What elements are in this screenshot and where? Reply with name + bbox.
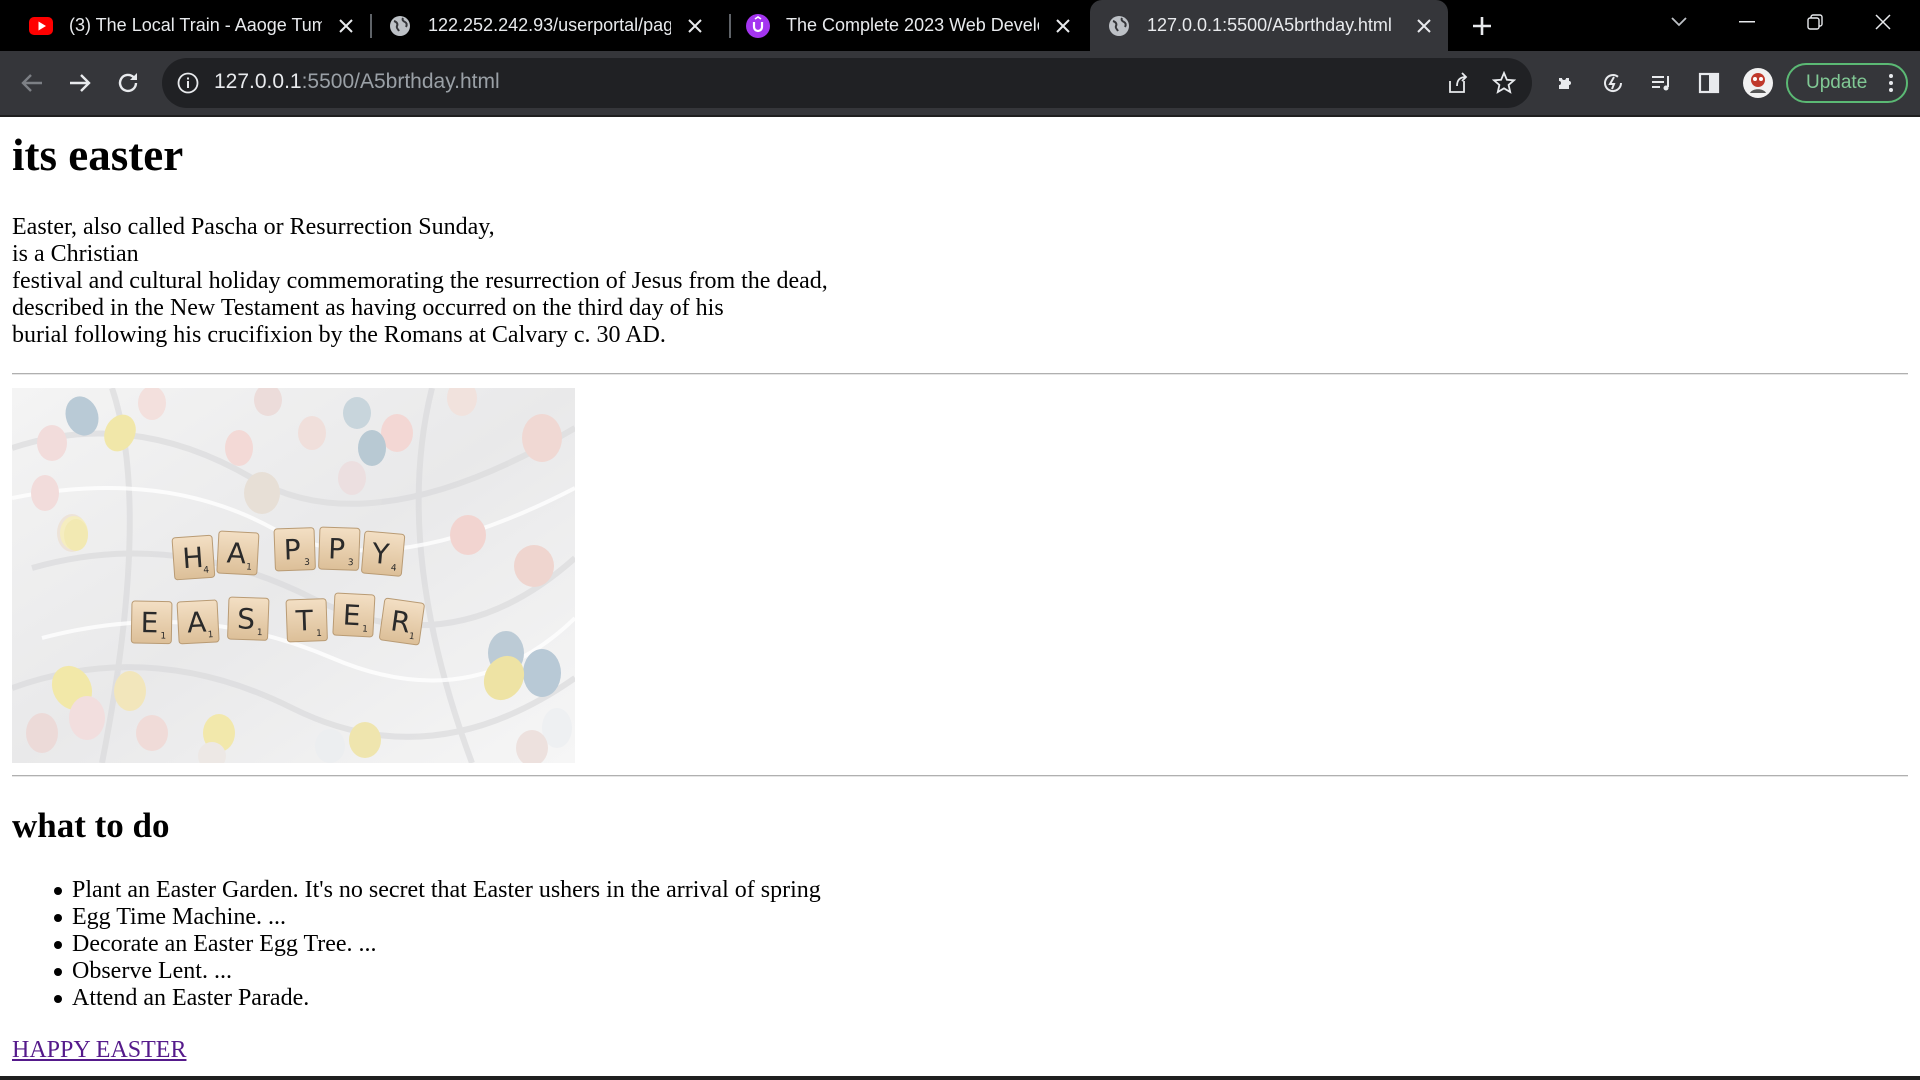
intro-line: festival and cultural holiday commemorat… bbox=[12, 268, 828, 294]
close-icon[interactable] bbox=[1049, 12, 1077, 40]
tile-letter: A bbox=[226, 536, 247, 570]
reload-button[interactable] bbox=[108, 63, 148, 103]
browser-toolbar: 127.0.0.1:5500/A5brthday.html Update bbox=[0, 51, 1920, 115]
new-tab-button[interactable] bbox=[1465, 9, 1499, 43]
tile-letter: T bbox=[294, 604, 314, 638]
intro-line: Easter, also called Pascha or Resurrecti… bbox=[12, 214, 495, 240]
tab-title: 122.252.242.93/userportal/pages bbox=[428, 15, 671, 35]
extensions-icon[interactable] bbox=[1545, 63, 1585, 103]
profile-avatar[interactable] bbox=[1738, 63, 1778, 103]
tab-search-button[interactable] bbox=[1645, 0, 1713, 44]
back-button[interactable] bbox=[12, 63, 52, 103]
tile-score: 1 bbox=[316, 629, 322, 639]
bookmark-star-icon[interactable] bbox=[1491, 70, 1517, 95]
address-bar[interactable]: 127.0.0.1:5500/A5brthday.html bbox=[162, 58, 1532, 108]
tile-score: 1 bbox=[246, 562, 252, 572]
url-host: 127.0.0.1 bbox=[214, 70, 302, 93]
forward-button[interactable] bbox=[60, 63, 100, 103]
page-content: its easter Easter, also called Pascha or… bbox=[0, 117, 1920, 1077]
horizontal-rule bbox=[12, 775, 1908, 777]
tile-score: 1 bbox=[362, 624, 368, 634]
happy-easter-link[interactable]: HAPPY EASTER bbox=[12, 1037, 186, 1064]
youtube-icon bbox=[29, 14, 53, 38]
list-item: Egg Time Machine. ... bbox=[54, 904, 821, 931]
list-item: Plant an Easter Garden. It's no secret t… bbox=[54, 877, 821, 903]
minimize-button[interactable] bbox=[1713, 0, 1781, 44]
tab-strip: (3) The Local Train - Aaoge Tum K 122.25… bbox=[0, 0, 1920, 51]
tile-letter: H bbox=[181, 541, 204, 575]
tile-letter: E bbox=[342, 598, 361, 632]
update-label: Update bbox=[1806, 72, 1868, 93]
tile-letter: A bbox=[186, 606, 207, 640]
tile-letter: P bbox=[328, 532, 346, 566]
close-window-button[interactable] bbox=[1849, 0, 1917, 44]
globe-icon bbox=[1107, 14, 1131, 38]
tab-title: The Complete 2023 Web Develop bbox=[786, 15, 1039, 35]
tile-letter: P bbox=[283, 533, 301, 567]
udemy-icon bbox=[746, 13, 770, 38]
url-text[interactable]: 127.0.0.1:5500/A5brthday.html bbox=[214, 70, 500, 94]
tile-letter: S bbox=[237, 602, 256, 636]
tab-udemy[interactable]: The Complete 2023 Web Develop bbox=[717, 0, 1087, 51]
side-panel-icon[interactable] bbox=[1689, 63, 1729, 103]
page-title: its easter bbox=[12, 130, 184, 180]
media-queue-icon[interactable] bbox=[1641, 63, 1681, 103]
tile-score: 1 bbox=[160, 632, 166, 642]
close-icon[interactable] bbox=[1410, 12, 1438, 40]
intro-line: described in the New Testament as having… bbox=[12, 295, 724, 321]
globe-icon bbox=[388, 14, 412, 38]
list-item: Observe Lent. ... bbox=[54, 958, 821, 985]
tile-score: 1 bbox=[208, 630, 214, 640]
url-path: :5500/A5brthday.html bbox=[301, 70, 500, 93]
tile-score: 3 bbox=[304, 558, 310, 568]
tile-letter: E bbox=[140, 606, 158, 639]
tile-score: 1 bbox=[257, 628, 263, 638]
close-icon[interactable] bbox=[332, 12, 360, 40]
tile-score: 3 bbox=[348, 558, 354, 568]
todo-list: Plant an Easter Garden. It's no secret t… bbox=[54, 877, 821, 1012]
horizontal-rule bbox=[12, 373, 1908, 375]
easter-image: H4A1P3P3Y4 E1A1S1T1E1R1 bbox=[12, 388, 575, 763]
tab-youtube[interactable]: (3) The Local Train - Aaoge Tum K bbox=[0, 0, 370, 51]
performance-icon[interactable] bbox=[1593, 63, 1633, 103]
tab-active-page[interactable]: 127.0.0.1:5500/A5brthday.html bbox=[1090, 0, 1448, 51]
window-bottom-edge bbox=[0, 1076, 1920, 1080]
list-item: Decorate an Easter Egg Tree. ... bbox=[54, 931, 821, 958]
tab-userportal[interactable]: 122.252.242.93/userportal/pages bbox=[359, 0, 719, 51]
tile-score: 4 bbox=[203, 565, 210, 575]
restore-button[interactable] bbox=[1781, 0, 1849, 44]
tile-score: 4 bbox=[390, 563, 397, 573]
list-item: Attend an Easter Parade. bbox=[54, 985, 821, 1012]
share-icon[interactable] bbox=[1445, 71, 1469, 95]
tab-title: 127.0.0.1:5500/A5brthday.html bbox=[1147, 15, 1392, 35]
site-info-icon[interactable] bbox=[176, 71, 200, 95]
close-icon[interactable] bbox=[681, 12, 709, 40]
intro-line: burial following his crucifixion by the … bbox=[12, 322, 666, 348]
section-heading: what to do bbox=[12, 806, 170, 845]
update-button[interactable]: Update bbox=[1786, 63, 1908, 103]
more-menu-icon[interactable] bbox=[1888, 73, 1894, 99]
intro-paragraph: Easter, also called Pascha or Resurrecti… bbox=[12, 214, 828, 349]
intro-line: is a Christian bbox=[12, 241, 139, 267]
tab-title: (3) The Local Train - Aaoge Tum K bbox=[69, 15, 322, 35]
